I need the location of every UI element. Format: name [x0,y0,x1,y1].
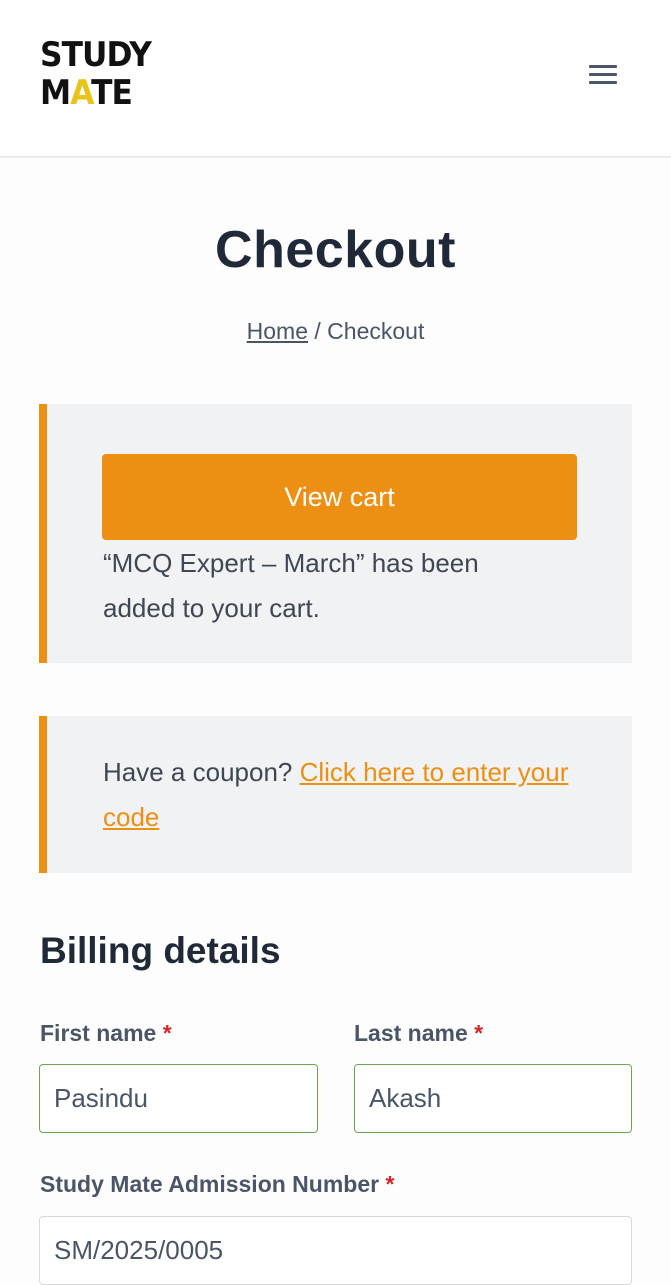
logo-letter-m: M [40,73,71,113]
breadcrumb: Home / Checkout [0,318,671,345]
logo-line-1: STUDY [40,35,152,75]
menu-bar-bottom [589,81,617,84]
admission-number-label-text: Study Mate Admission Number [40,1171,380,1197]
study-mate-logo[interactable]: STUDY MATE [40,35,152,114]
admission-number-input[interactable] [39,1216,632,1285]
first-name-label-text: First name [40,1020,157,1046]
hamburger-menu-icon[interactable] [589,62,619,88]
required-asterisk: * [474,1020,484,1046]
required-asterisk: * [162,1020,172,1046]
view-cart-button[interactable]: View cart [102,454,577,540]
menu-bar-middle [589,73,617,76]
breadcrumb-current: Checkout [327,318,425,344]
billing-details-heading: Billing details [40,930,281,971]
logo-letters-te: TE [91,73,133,113]
breadcrumb-separator: / [308,318,328,344]
required-asterisk: * [385,1171,395,1197]
first-name-label: First name * [40,1020,172,1047]
breadcrumb-home-link[interactable]: Home [247,318,308,344]
menu-bar-top [589,65,617,68]
coupon-notice: Have a coupon? Click here to enter your … [39,716,632,873]
logo-line-2: MATE [40,73,133,113]
cart-added-message: “MCQ Expert – March” has been added to y… [103,548,479,623]
first-name-input[interactable] [39,1064,318,1133]
page-title: Checkout [215,221,456,279]
last-name-input[interactable] [354,1064,632,1133]
logo-letter-a-accent: A [70,73,92,113]
coupon-prompt: Have a coupon? Click here to enter your … [103,750,573,840]
site-header: STUDY MATE [0,0,671,158]
cart-added-notice: View cart “MCQ Expert – March” has been … [39,404,632,663]
admission-number-label: Study Mate Admission Number * [40,1171,394,1198]
last-name-label-text: Last name [354,1020,468,1046]
last-name-label: Last name * [354,1020,483,1047]
coupon-prompt-text: Have a coupon? [103,757,300,787]
